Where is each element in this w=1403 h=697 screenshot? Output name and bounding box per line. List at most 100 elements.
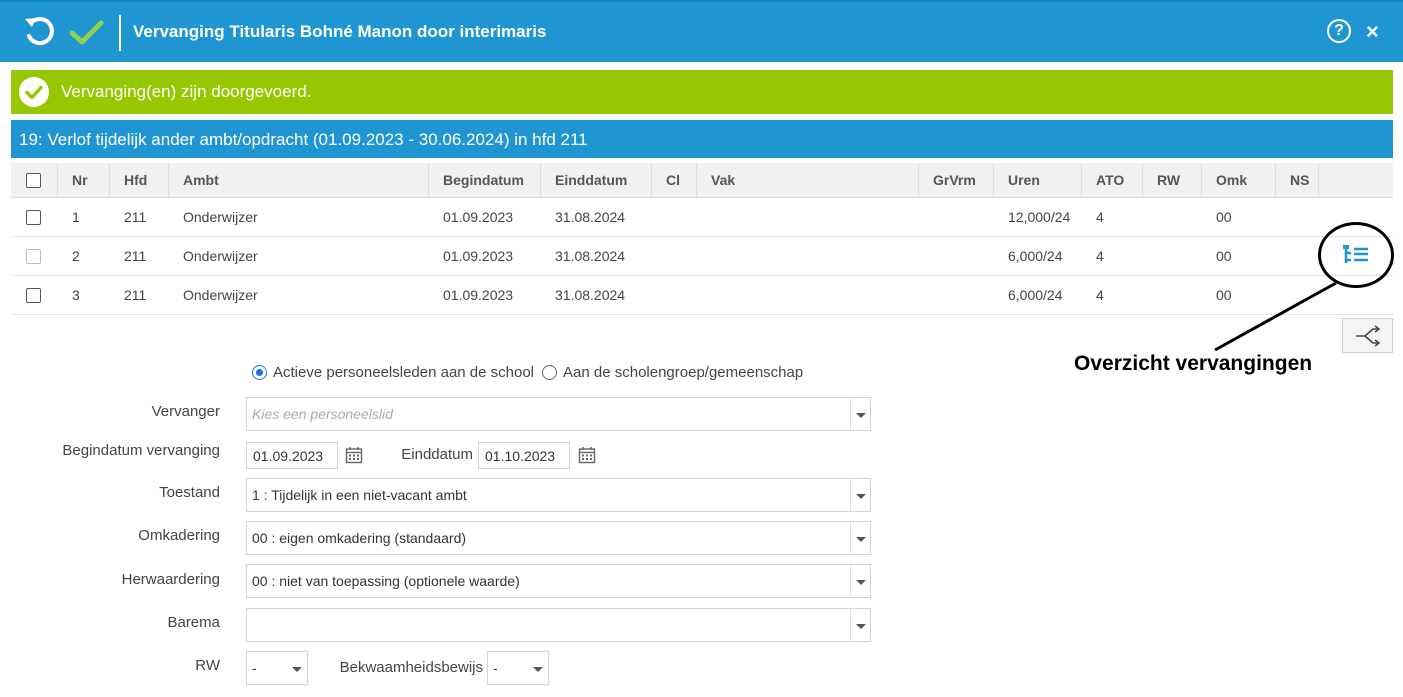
- title-bar: Vervanging Titularis Bohné Manon door in…: [0, 0, 1403, 62]
- col-grvrm[interactable]: GrVrm: [933, 163, 976, 197]
- row-checkbox[interactable]: [26, 287, 41, 303]
- vervanger-placeholder: Kies een personeelslid: [252, 406, 393, 422]
- cell-einddatum: 31.08.2024: [555, 209, 626, 225]
- cell-uren: 6,000/24: [1008, 248, 1063, 264]
- cell-ambt: Onderwijzer: [183, 248, 258, 264]
- begindatum-label: Begindatum vervanging: [62, 442, 220, 459]
- cell-nr: 2: [72, 248, 80, 264]
- cell-hfd: 211: [124, 287, 147, 303]
- radio-school-group-label[interactable]: Aan de scholengroep/gemeenschap: [563, 364, 803, 381]
- annotation-circle: [1318, 222, 1394, 288]
- cell-omk: 00: [1216, 209, 1232, 225]
- cell-einddatum: 31.08.2024: [555, 287, 626, 303]
- einddatum-input[interactable]: 01.10.2023: [478, 442, 570, 469]
- col-cl[interactable]: Cl: [666, 163, 680, 197]
- cell-nr: 3: [72, 287, 80, 303]
- einddatum-label: Einddatum: [401, 446, 473, 463]
- undo-icon[interactable]: [22, 14, 58, 50]
- cell-begindatum: 01.09.2023: [443, 248, 514, 264]
- table-row[interactable]: 2 211 Onderwijzer 01.09.2023 31.08.2024 …: [11, 237, 1393, 276]
- cell-ambt: Onderwijzer: [183, 287, 258, 303]
- cell-hfd: 211: [124, 248, 147, 264]
- chevron-down-icon: [850, 398, 870, 430]
- help-icon[interactable]: ?: [1327, 19, 1351, 43]
- success-alert: Vervanging(en) zijn doorgevoerd.: [11, 70, 1393, 114]
- rw-select[interactable]: -: [246, 651, 308, 685]
- chevron-down-icon: [287, 652, 307, 684]
- col-nr[interactable]: Nr: [72, 163, 88, 197]
- col-einddatum[interactable]: Einddatum: [555, 163, 627, 197]
- select-all-checkbox[interactable]: [26, 172, 41, 188]
- annotation-label: Overzicht vervangingen: [1074, 352, 1313, 375]
- cell-uren: 12,000/24: [1008, 209, 1071, 225]
- row-checkbox-disabled: [26, 248, 41, 264]
- col-ato[interactable]: ATO: [1096, 163, 1124, 197]
- col-omk[interactable]: Omk: [1216, 163, 1247, 197]
- herwaardering-value: 00 : niet van toepassing (optionele waar…: [252, 573, 520, 589]
- success-message: Vervanging(en) zijn doorgevoerd.: [61, 82, 312, 101]
- cell-hfd: 211: [124, 209, 147, 225]
- cell-ato: 4: [1096, 248, 1104, 264]
- chevron-down-icon: [528, 652, 548, 684]
- table-row[interactable]: 3 211 Onderwijzer 01.09.2023 31.08.2024 …: [11, 276, 1393, 315]
- herwaardering-select[interactable]: 00 : niet van toepassing (optionele waar…: [246, 564, 871, 598]
- toestand-select[interactable]: 1 : Tijdelijk in een niet-vacant ambt: [246, 478, 871, 512]
- col-rw[interactable]: RW: [1157, 163, 1180, 197]
- confirm-check-icon[interactable]: [68, 14, 104, 50]
- col-ns[interactable]: NS: [1290, 163, 1309, 197]
- toestand-label: Toestand: [159, 484, 220, 501]
- close-icon[interactable]: ×: [1366, 20, 1379, 44]
- radio-active-staff[interactable]: [252, 365, 267, 380]
- herwaardering-label: Herwaardering: [121, 571, 220, 588]
- title-separator: [119, 15, 121, 51]
- success-check-icon: [19, 77, 49, 107]
- cell-nr: 1: [72, 209, 80, 225]
- split-button[interactable]: [1342, 318, 1393, 353]
- table-row[interactable]: 1 211 Onderwijzer 01.09.2023 31.08.2024 …: [11, 198, 1393, 237]
- radio-school-group[interactable]: [542, 365, 558, 380]
- chevron-down-icon: [850, 522, 870, 554]
- chevron-down-icon: [850, 565, 870, 597]
- table-header: Nr Hfd Ambt Begindatum Einddatum Cl Vak …: [11, 163, 1393, 198]
- chevron-down-icon: [850, 479, 870, 511]
- radio-active-staff-label[interactable]: Actieve personeelsleden aan de school: [273, 364, 534, 381]
- row-checkbox[interactable]: [26, 209, 41, 225]
- cell-ato: 4: [1096, 209, 1104, 225]
- cell-omk: 00: [1216, 248, 1232, 264]
- vervanger-select[interactable]: Kies een personeelslid: [246, 397, 871, 431]
- barema-select[interactable]: [246, 608, 871, 642]
- bekwaamheid-label: Bekwaamheidsbewijs: [339, 659, 483, 676]
- chevron-down-icon: [850, 609, 870, 641]
- section-title: 19: Verlof tijdelijk ander ambt/opdracht…: [19, 130, 588, 149]
- vervanger-label: Vervanger: [151, 403, 220, 420]
- rw-label: RW: [195, 657, 220, 674]
- calendar-icon[interactable]: [578, 446, 596, 464]
- cell-begindatum: 01.09.2023: [443, 287, 514, 303]
- section-header: 19: Verlof tijdelijk ander ambt/opdracht…: [11, 120, 1393, 158]
- omkadering-value: 00 : eigen omkadering (standaard): [252, 530, 467, 546]
- col-hfd[interactable]: Hfd: [124, 163, 147, 197]
- bekwaamheid-value: -: [493, 660, 498, 676]
- begindatum-input[interactable]: 01.09.2023: [246, 442, 338, 469]
- cell-omk: 00: [1216, 287, 1232, 303]
- col-vak[interactable]: Vak: [711, 163, 735, 197]
- toestand-value: 1 : Tijdelijk in een niet-vacant ambt: [252, 487, 467, 503]
- split-arrows-icon: [1356, 325, 1381, 347]
- dialog-title: Vervanging Titularis Bohné Manon door in…: [133, 22, 547, 41]
- cell-uren: 6,000/24: [1008, 287, 1063, 303]
- assignments-table: Nr Hfd Ambt Begindatum Einddatum Cl Vak …: [11, 163, 1393, 315]
- cell-einddatum: 31.08.2024: [555, 248, 626, 264]
- col-begindatum[interactable]: Begindatum: [443, 163, 524, 197]
- barema-label: Barema: [167, 614, 220, 631]
- cell-ambt: Onderwijzer: [183, 209, 258, 225]
- cell-ato: 4: [1096, 287, 1104, 303]
- cell-begindatum: 01.09.2023: [443, 209, 514, 225]
- bekwaamheid-select[interactable]: -: [487, 651, 549, 685]
- scope-radio-group: Actieve personeelsleden aan de school Aa…: [252, 364, 803, 381]
- calendar-icon[interactable]: [345, 446, 363, 464]
- rw-value: -: [252, 660, 257, 676]
- omkadering-label: Omkadering: [138, 527, 220, 544]
- omkadering-select[interactable]: 00 : eigen omkadering (standaard): [246, 521, 871, 555]
- col-ambt[interactable]: Ambt: [183, 163, 219, 197]
- col-uren[interactable]: Uren: [1008, 163, 1040, 197]
